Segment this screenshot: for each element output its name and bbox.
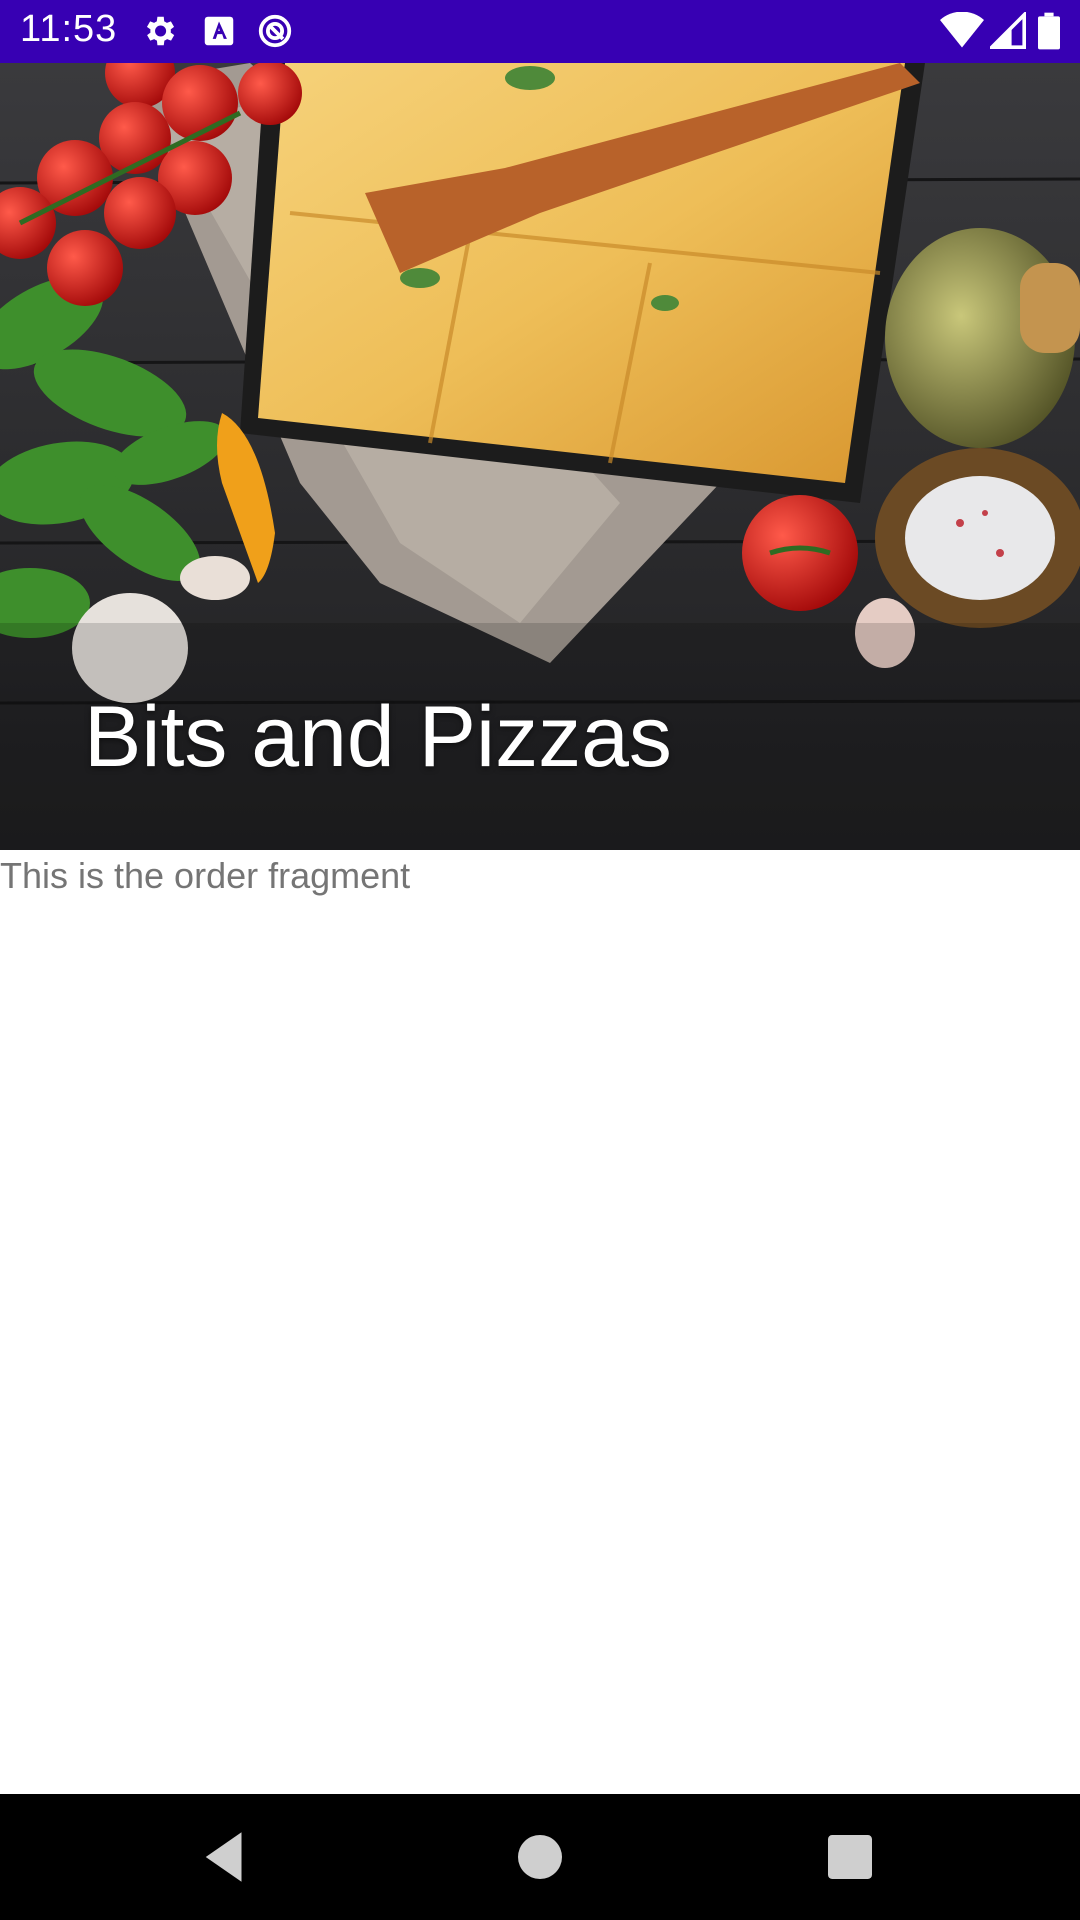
recents-icon[interactable]: [817, 1824, 883, 1890]
settings-icon: [146, 16, 175, 46]
font-a-icon: [204, 16, 234, 46]
status-bar: 11:53: [0, 0, 1080, 63]
wifi-icon: [940, 12, 984, 48]
home-icon[interactable]: [507, 1824, 573, 1890]
navigation-bar: [0, 1794, 1080, 1920]
data-saver-icon: [258, 14, 292, 48]
battery-icon: [1038, 12, 1060, 50]
toolbar-hero-image: Bits and Pizzas: [0, 63, 1080, 850]
back-icon[interactable]: [192, 1824, 258, 1890]
status-time: 11:53: [20, 8, 118, 50]
order-fragment-text: This is the order fragment: [0, 855, 411, 896]
signal-icon: [990, 12, 1026, 49]
toolbar-title: Bits and Pizzas: [84, 689, 672, 785]
